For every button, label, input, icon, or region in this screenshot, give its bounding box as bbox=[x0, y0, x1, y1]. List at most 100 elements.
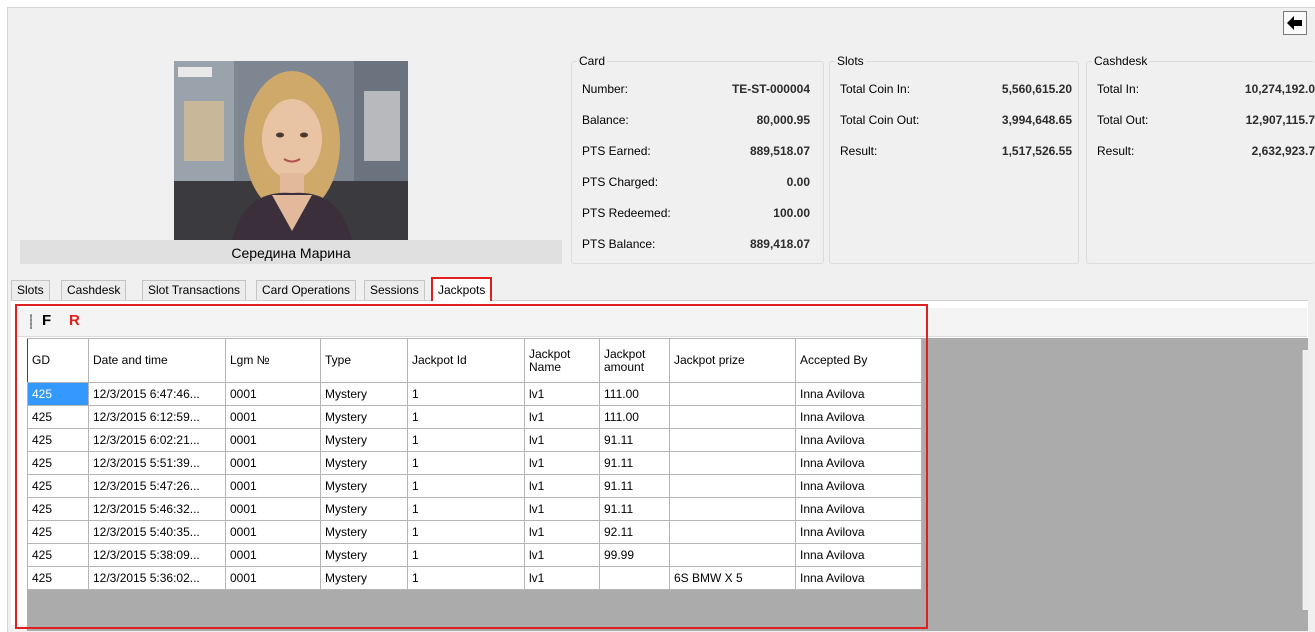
table-cell[interactable]: Inna Avilova bbox=[795, 520, 922, 544]
table-cell[interactable] bbox=[669, 497, 796, 521]
table-cell[interactable]: lv1 bbox=[524, 520, 600, 544]
table-cell[interactable] bbox=[669, 520, 796, 544]
tab-slot-transactions[interactable]: Slot Transactions bbox=[142, 280, 247, 300]
table-cell[interactable]: 1 bbox=[407, 405, 525, 429]
table-cell[interactable]: 425 bbox=[27, 428, 89, 452]
table-cell[interactable]: 1 bbox=[407, 497, 525, 521]
table-row[interactable]: 425 12/3/2015 5:38:09... 0001 Mystery 1 lv1 99… bbox=[27, 543, 922, 567]
table-cell[interactable] bbox=[669, 474, 796, 498]
tab-sessions[interactable]: Sessions bbox=[364, 280, 425, 300]
tab-slots[interactable]: Slots bbox=[11, 280, 50, 300]
table-cell[interactable]: 1 bbox=[407, 428, 525, 452]
table-cell[interactable]: 12/3/2015 5:36:02... bbox=[88, 566, 226, 590]
table-row[interactable]: 425 12/3/2015 6:12:59... 0001 Mystery 1 lv1 11… bbox=[27, 405, 922, 429]
col-header-type[interactable]: Type bbox=[320, 338, 408, 383]
table-cell[interactable]: 425 bbox=[27, 405, 89, 429]
table-cell[interactable]: 6S BMW X 5 bbox=[669, 566, 796, 590]
table-cell[interactable]: 12/3/2015 5:47:26... bbox=[88, 474, 226, 498]
table-cell[interactable] bbox=[669, 451, 796, 475]
table-cell[interactable]: Inna Avilova bbox=[795, 382, 922, 406]
table-cell[interactable]: Inna Avilova bbox=[795, 428, 922, 452]
table-cell[interactable]: Mystery bbox=[320, 428, 408, 452]
table-cell[interactable]: Mystery bbox=[320, 405, 408, 429]
table-cell[interactable]: Inna Avilova bbox=[795, 405, 922, 429]
table-cell[interactable]: 425 bbox=[27, 543, 89, 567]
col-header-gd[interactable]: GD bbox=[27, 338, 89, 383]
col-header-date-time[interactable]: Date and time bbox=[88, 338, 226, 383]
table-cell[interactable]: Mystery bbox=[320, 474, 408, 498]
table-cell[interactable]: 0001 bbox=[225, 405, 321, 429]
table-cell[interactable]: 1 bbox=[407, 382, 525, 406]
table-cell[interactable]: 0001 bbox=[225, 497, 321, 521]
table-row[interactable]: 425 12/3/2015 6:47:46... 0001 Mystery 1 lv1 11… bbox=[27, 382, 922, 406]
table-cell[interactable]: Mystery bbox=[320, 520, 408, 544]
table-cell[interactable]: Mystery bbox=[320, 543, 408, 567]
table-cell[interactable] bbox=[669, 543, 796, 567]
table-cell[interactable]: 12/3/2015 6:12:59... bbox=[88, 405, 226, 429]
table-cell[interactable]: 12/3/2015 5:40:35... bbox=[88, 520, 226, 544]
filter-button[interactable]: F bbox=[42, 312, 51, 329]
table-cell[interactable]: 0001 bbox=[225, 428, 321, 452]
table-cell[interactable]: lv1 bbox=[524, 451, 600, 475]
table-cell[interactable]: Mystery bbox=[320, 451, 408, 475]
tab-jackpots[interactable]: Jackpots bbox=[431, 277, 493, 301]
table-cell[interactable]: Mystery bbox=[320, 382, 408, 406]
table-cell[interactable]: Mystery bbox=[320, 566, 408, 590]
col-header-jackpot-id[interactable]: Jackpot Id bbox=[407, 338, 525, 383]
table-cell[interactable] bbox=[669, 405, 796, 429]
table-cell[interactable]: Mystery bbox=[320, 497, 408, 521]
table-cell[interactable]: lv1 bbox=[524, 566, 600, 590]
table-cell[interactable]: 1 bbox=[407, 520, 525, 544]
vertical-scrollbar[interactable] bbox=[1302, 350, 1309, 610]
back-button[interactable] bbox=[1283, 11, 1307, 35]
table-cell[interactable]: 425 bbox=[27, 474, 89, 498]
table-cell[interactable]: 91.11 bbox=[599, 451, 670, 475]
table-row[interactable]: 425 12/3/2015 5:46:32... 0001 Mystery 1 lv1 91… bbox=[27, 497, 922, 521]
table-cell[interactable]: Inna Avilova bbox=[795, 543, 922, 567]
table-cell[interactable]: lv1 bbox=[524, 474, 600, 498]
table-cell[interactable]: Inna Avilova bbox=[795, 474, 922, 498]
tab-card-operations[interactable]: Card Operations bbox=[256, 280, 357, 300]
table-cell[interactable]: 0001 bbox=[225, 520, 321, 544]
table-cell[interactable]: 425 bbox=[27, 566, 89, 590]
table-cell[interactable]: 1 bbox=[407, 566, 525, 590]
table-cell[interactable]: Inna Avilova bbox=[795, 451, 922, 475]
table-cell[interactable]: 425 bbox=[27, 497, 89, 521]
table-cell[interactable]: 12/3/2015 6:47:46... bbox=[88, 382, 226, 406]
table-cell[interactable]: 1 bbox=[407, 451, 525, 475]
table-cell[interactable]: 12/3/2015 5:46:32... bbox=[88, 497, 226, 521]
table-cell[interactable] bbox=[599, 566, 670, 590]
table-cell[interactable]: Inna Avilova bbox=[795, 497, 922, 521]
table-cell[interactable]: 425 bbox=[27, 520, 89, 544]
col-header-jackpot-amount[interactable]: Jackpot amount bbox=[599, 338, 670, 383]
table-cell[interactable]: 92.11 bbox=[599, 520, 670, 544]
table-cell[interactable]: lv1 bbox=[524, 405, 600, 429]
col-header-jackpot-name[interactable]: Jackpot Name bbox=[524, 338, 600, 383]
col-header-accepted-by[interactable]: Accepted By bbox=[795, 338, 922, 383]
table-cell[interactable]: 91.11 bbox=[599, 474, 670, 498]
table-cell[interactable]: lv1 bbox=[524, 382, 600, 406]
table-cell[interactable]: lv1 bbox=[524, 428, 600, 452]
table-cell[interactable]: 0001 bbox=[225, 474, 321, 498]
table-cell[interactable]: 99.99 bbox=[599, 543, 670, 567]
refresh-button[interactable]: R bbox=[69, 312, 80, 329]
table-row[interactable]: 425 12/3/2015 5:47:26... 0001 Mystery 1 lv1 91… bbox=[27, 474, 922, 498]
col-header-lgm[interactable]: Lgm № bbox=[225, 338, 321, 383]
table-cell[interactable]: 425 bbox=[27, 451, 89, 475]
table-cell[interactable]: 0001 bbox=[225, 382, 321, 406]
table-cell[interactable] bbox=[669, 382, 796, 406]
table-row[interactable]: 425 12/3/2015 5:51:39... 0001 Mystery 1 lv1 91… bbox=[27, 451, 922, 475]
col-header-jackpot-prize[interactable]: Jackpot prize bbox=[669, 338, 796, 383]
table-row[interactable]: 425 12/3/2015 5:36:02... 0001 Mystery 1 lv1 6S… bbox=[27, 566, 922, 590]
table-row[interactable]: 425 12/3/2015 5:40:35... 0001 Mystery 1 lv1 92… bbox=[27, 520, 922, 544]
table-cell[interactable]: Inna Avilova bbox=[795, 566, 922, 590]
table-cell[interactable]: 12/3/2015 5:51:39... bbox=[88, 451, 226, 475]
table-cell[interactable]: 0001 bbox=[225, 543, 321, 567]
table-cell[interactable]: 1 bbox=[407, 474, 525, 498]
toolbar-grip-icon[interactable] bbox=[30, 314, 32, 329]
tab-cashdesk[interactable]: Cashdesk bbox=[61, 280, 127, 300]
table-cell[interactable]: 0001 bbox=[225, 566, 321, 590]
table-cell[interactable]: lv1 bbox=[524, 497, 600, 521]
table-cell[interactable]: 12/3/2015 6:02:21... bbox=[88, 428, 226, 452]
table-cell[interactable] bbox=[669, 428, 796, 452]
